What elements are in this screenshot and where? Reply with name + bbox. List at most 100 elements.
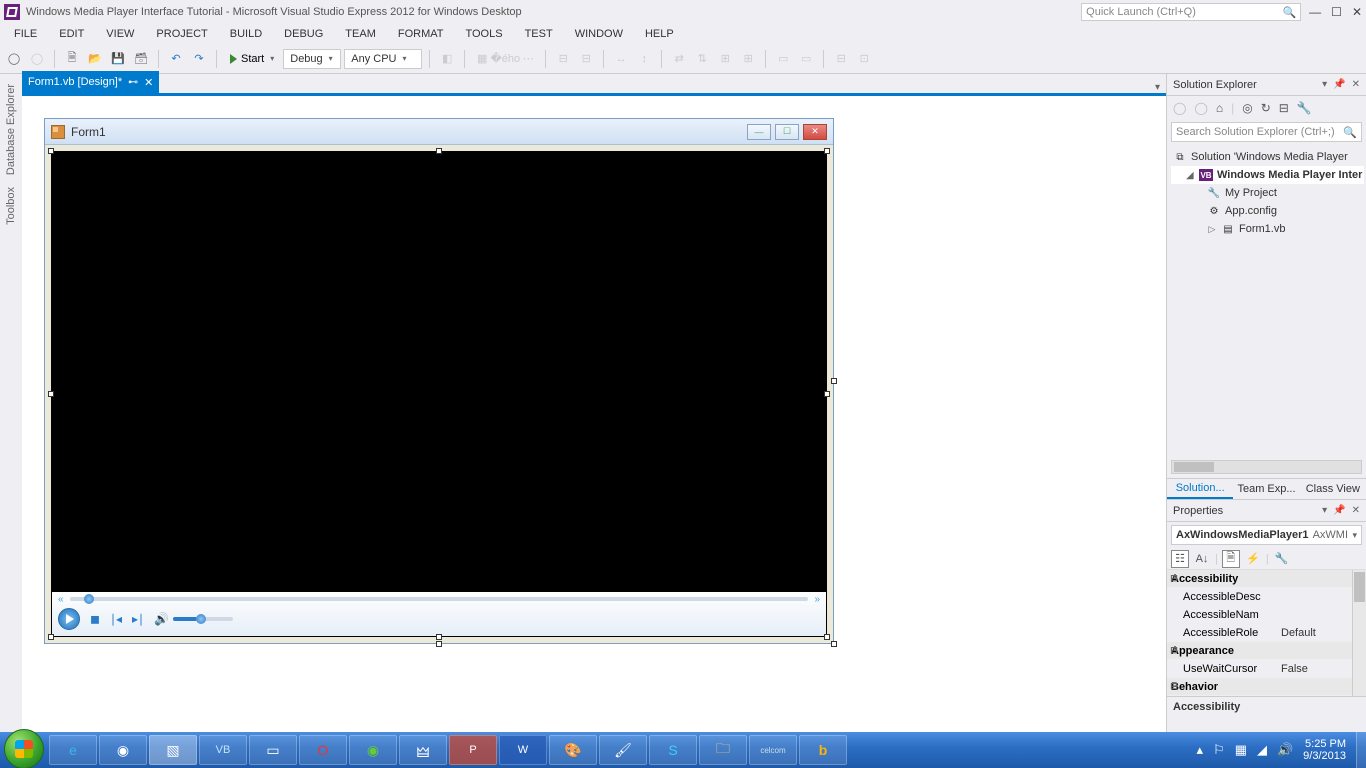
order-back-btn[interactable]: ▭ <box>796 49 816 69</box>
category-appearance[interactable]: ⊟Appearance <box>1167 642 1366 660</box>
se-fwd-icon[interactable]: ◯ <box>1194 101 1207 115</box>
play-button[interactable] <box>58 608 80 630</box>
pin-icon[interactable]: ⊷ <box>128 77 138 88</box>
expand-icon[interactable]: ◢ <box>1185 170 1195 181</box>
design-form[interactable]: Form1 — ☐ ✕ « » <box>44 118 834 644</box>
layout-btn-1[interactable]: ◧ <box>437 49 457 69</box>
taskbar-skype[interactable]: S <box>649 735 697 765</box>
taskbar-word[interactable]: W <box>499 735 547 765</box>
merge-btn[interactable]: ⊟ <box>831 49 851 69</box>
expand-icon[interactable]: ▷ <box>1207 224 1217 235</box>
solution-explorer-header[interactable]: Solution Explorer ▾ 📌 ✕ <box>1167 74 1366 96</box>
skip-back-icon[interactable]: « <box>58 594 64 605</box>
panel-menu-icon[interactable]: ▾ <box>1322 79 1327 90</box>
category-behavior[interactable]: ⊟Behavior <box>1167 678 1366 696</box>
spacing-btn-2[interactable]: ⊟ <box>576 49 596 69</box>
se-hscrollbar[interactable] <box>1171 460 1362 474</box>
menu-view[interactable]: VIEW <box>96 26 144 42</box>
hspace-btn[interactable]: ⇄ <box>669 49 689 69</box>
form-resize-handle[interactable] <box>831 378 837 384</box>
panel-close-icon[interactable]: ✕ <box>1352 79 1360 90</box>
form-resize-handle[interactable] <box>831 641 837 647</box>
undo-button[interactable]: ↶ <box>166 49 186 69</box>
menu-window[interactable]: WINDOW <box>565 26 633 42</box>
quick-launch-input[interactable]: Quick Launch (Ctrl+Q) 🔍 <box>1081 3 1301 21</box>
nav-fwd-button[interactable]: ◯ <box>27 49 47 69</box>
taskbar-folder[interactable]: 🗀 <box>699 735 747 765</box>
tree-item-myproject[interactable]: 🔧 My Project <box>1171 184 1364 202</box>
menu-format[interactable]: FORMAT <box>388 26 454 42</box>
taskbar-app1[interactable]: 🜲 <box>399 735 447 765</box>
document-tab-form1[interactable]: Form1.vb [Design]* ⊷ ✕ <box>22 71 159 93</box>
close-tab-button[interactable]: ✕ <box>144 76 153 89</box>
prop-vscrollbar[interactable] <box>1352 570 1366 696</box>
tree-item-appconfig[interactable]: ⚙ App.config <box>1171 202 1364 220</box>
tray-volume-icon[interactable]: 🔊 <box>1277 742 1293 758</box>
se-back-icon[interactable]: ◯ <box>1173 101 1186 115</box>
prop-row[interactable]: AccessibleNam <box>1167 606 1366 624</box>
skip-fwd-icon[interactable]: » <box>814 594 820 605</box>
menu-build[interactable]: BUILD <box>220 26 272 42</box>
property-grid[interactable]: ⊟Accessibility AccessibleDesc Accessible… <box>1167 570 1366 696</box>
tray-network-icon[interactable]: ◢ <box>1257 742 1267 758</box>
tree-project-node[interactable]: ◢ VB Windows Media Player Inter <box>1171 166 1364 184</box>
minimize-button[interactable]: — <box>1309 5 1321 19</box>
size-btn-1[interactable]: ↔ <box>611 49 631 69</box>
tree-solution-node[interactable]: ⧉ Solution 'Windows Media Player <box>1171 148 1364 166</box>
taskbar-app2[interactable]: 🎨 <box>549 735 597 765</box>
properties-header[interactable]: Properties ▾ 📌 ✕ <box>1167 500 1366 522</box>
prop-row[interactable]: UseWaitCursorFalse <box>1167 660 1366 678</box>
panel-close-icon[interactable]: ✕ <box>1352 505 1360 516</box>
resize-handle[interactable] <box>436 634 442 640</box>
taskbar-wmc[interactable]: ◉ <box>349 735 397 765</box>
resize-handle[interactable] <box>824 148 830 154</box>
events-button[interactable]: ⚡ <box>1244 550 1262 568</box>
center-v-btn[interactable]: ⊞ <box>738 49 758 69</box>
seek-thumb[interactable] <box>84 594 94 604</box>
se-home-icon[interactable]: ⌂ <box>1216 101 1223 115</box>
volume-track[interactable] <box>173 617 233 621</box>
menu-file[interactable]: FILE <box>4 26 47 42</box>
tray-app-icon[interactable]: ▦ <box>1235 742 1247 758</box>
property-pages-button[interactable]: 🔧 <box>1273 550 1291 568</box>
start-debug-button[interactable]: Start ▾ <box>224 49 280 69</box>
solution-tree[interactable]: ⧉ Solution 'Windows Media Player ◢ VB Wi… <box>1167 144 1366 246</box>
resize-handle[interactable] <box>824 391 830 397</box>
taskbar-chrome[interactable]: ◉ <box>99 735 147 765</box>
menu-team[interactable]: TEAM <box>335 26 386 42</box>
taskbar-celcom[interactable]: celcom <box>749 735 797 765</box>
tab-solution-explorer[interactable]: Solution... <box>1167 479 1233 499</box>
volume-icon[interactable]: 🔊 <box>154 612 169 626</box>
designer-canvas[interactable]: Form1 — ☐ ✕ « » <box>22 96 1166 732</box>
form-client-area[interactable]: « » ◼ ∣◂ ▸∣ 🔊 <box>45 145 833 643</box>
center-h-btn[interactable]: ⊞ <box>715 49 735 69</box>
save-button[interactable]: 💾 <box>108 49 128 69</box>
se-collapse-icon[interactable]: ⊟ <box>1279 101 1289 115</box>
nav-back-button[interactable]: ◯ <box>4 49 24 69</box>
property-object-select[interactable]: AxWindowsMediaPlayer1 AxWMI ▾ <box>1171 525 1362 545</box>
prev-button[interactable]: ∣◂ <box>110 612 122 626</box>
categorized-button[interactable]: ☷ <box>1171 550 1189 568</box>
size-btn-2[interactable]: ↕ <box>634 49 654 69</box>
align-grid-button[interactable]: ▦ <box>472 49 492 69</box>
maximize-button[interactable]: ☐ <box>1331 5 1342 19</box>
order-front-btn[interactable]: ▭ <box>773 49 793 69</box>
align-left-button[interactable]: �ého <box>495 49 515 69</box>
menu-debug[interactable]: DEBUG <box>274 26 333 42</box>
menu-help[interactable]: HELP <box>635 26 684 42</box>
resize-handle[interactable] <box>48 634 54 640</box>
menu-test[interactable]: TEST <box>515 26 563 42</box>
spacing-btn-1[interactable]: ⊟ <box>553 49 573 69</box>
prop-row[interactable]: AccessibleDesc <box>1167 588 1366 606</box>
panel-pin-icon[interactable]: 📌 <box>1333 79 1345 90</box>
taskbar-vs[interactable]: ▧ <box>149 735 197 765</box>
tab-overflow-button[interactable]: ▾ <box>1149 82 1166 93</box>
seek-track[interactable] <box>70 597 809 601</box>
tray-clock[interactable]: 5:25 PM 9/3/2013 <box>1303 738 1346 762</box>
vspace-btn[interactable]: ⇅ <box>692 49 712 69</box>
close-button[interactable]: ✕ <box>1352 5 1362 19</box>
menu-project[interactable]: PROJECT <box>146 26 217 42</box>
database-explorer-tab[interactable]: Database Explorer <box>5 78 17 181</box>
se-refresh-icon[interactable]: ↻ <box>1261 101 1271 115</box>
next-button[interactable]: ▸∣ <box>132 612 144 626</box>
